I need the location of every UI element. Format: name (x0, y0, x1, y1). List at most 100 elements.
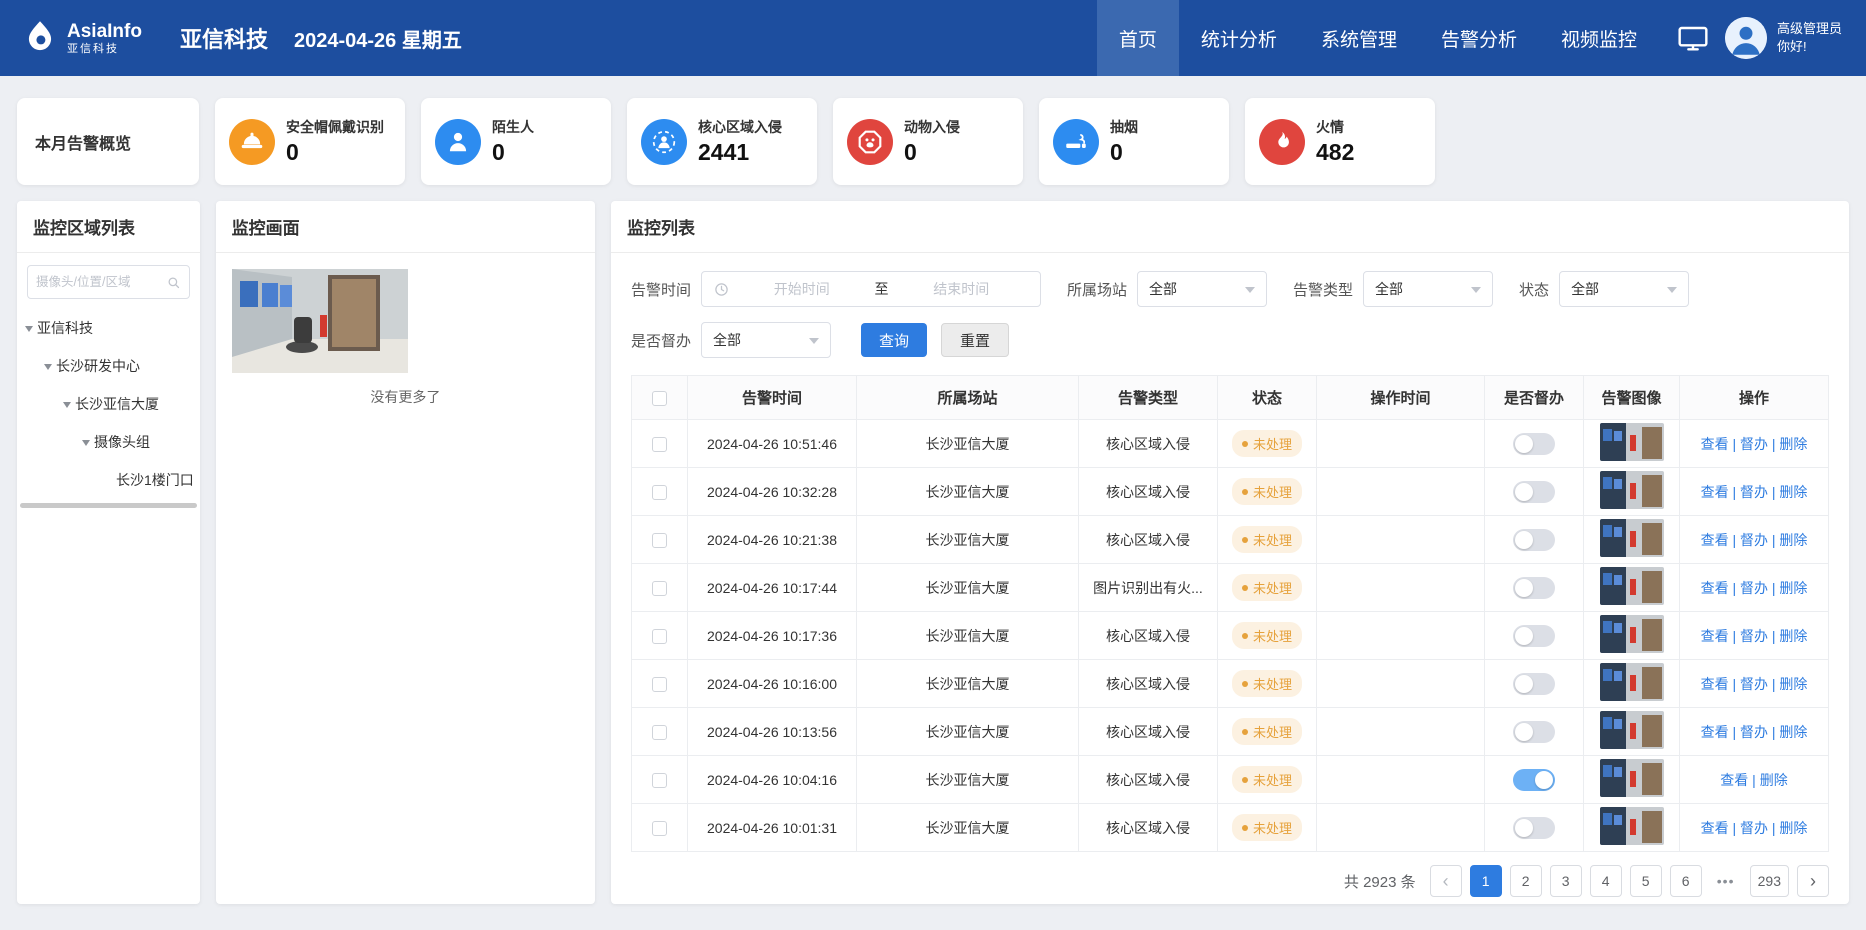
supervise-toggle[interactable] (1513, 529, 1555, 551)
row-checkbox[interactable] (652, 773, 667, 788)
tree-horizontal-scrollbar[interactable] (20, 503, 197, 508)
column-header: 所属场站 (857, 376, 1079, 420)
view-link[interactable]: 查看 (1701, 724, 1729, 740)
alarm-image-thumbnail[interactable] (1600, 423, 1664, 461)
tree-node[interactable]: 亚信科技 (17, 309, 200, 347)
page-button-6[interactable]: 6 (1670, 865, 1702, 897)
nav-item-home[interactable]: 首页 (1097, 0, 1179, 76)
status-badge: 未处理 (1232, 478, 1302, 505)
nav-item-statistics-analysis[interactable]: 统计分析 (1179, 0, 1299, 76)
page-button-3[interactable]: 3 (1550, 865, 1582, 897)
delete-link[interactable]: 删除 (1779, 436, 1807, 452)
next-page-button[interactable]: › (1797, 865, 1829, 897)
supervise-toggle[interactable] (1513, 817, 1555, 839)
supervise-toggle[interactable] (1513, 433, 1555, 455)
view-link[interactable]: 查看 (1701, 532, 1729, 548)
tree-node[interactable]: 长沙1楼门口 (17, 461, 200, 499)
delete-link[interactable]: 删除 (1779, 484, 1807, 500)
delete-link[interactable]: 删除 (1779, 724, 1807, 740)
row-checkbox[interactable] (652, 533, 667, 548)
alarm-image-thumbnail[interactable] (1600, 711, 1664, 749)
page-button-2[interactable]: 2 (1510, 865, 1542, 897)
status-select[interactable]: 全部 (1559, 271, 1689, 307)
alarm-image-thumbnail[interactable] (1600, 567, 1664, 605)
delete-link[interactable]: 删除 (1779, 676, 1807, 692)
supervise-toggle[interactable] (1513, 625, 1555, 647)
station-select[interactable]: 全部 (1137, 271, 1267, 307)
view-link[interactable]: 查看 (1701, 676, 1729, 692)
tree-node[interactable]: 摄像头组 (17, 423, 200, 461)
nav-item-video-monitor[interactable]: 视频监控 (1539, 0, 1659, 76)
tree-node[interactable]: 长沙亚信大厦 (17, 385, 200, 423)
row-checkbox[interactable] (652, 821, 667, 836)
supervise-link[interactable]: 督办 (1740, 628, 1768, 644)
alarm-image-thumbnail[interactable] (1600, 759, 1664, 797)
row-checkbox[interactable] (652, 437, 667, 452)
supervise-link[interactable]: 督办 (1740, 580, 1768, 596)
supervise-toggle[interactable] (1513, 769, 1555, 791)
alarm-image-thumbnail[interactable] (1600, 519, 1664, 557)
tree-node[interactable]: 长沙研发中心 (17, 347, 200, 385)
delete-link[interactable]: 删除 (1779, 628, 1807, 644)
page-button-1[interactable]: 1 (1470, 865, 1502, 897)
page-button-293[interactable]: 293 (1750, 865, 1789, 897)
stat-label: 陌生人 (492, 117, 534, 137)
chevron-down-icon[interactable] (44, 364, 52, 374)
supervise-select[interactable]: 全部 (701, 322, 831, 358)
nav-item-system-management[interactable]: 系统管理 (1299, 0, 1419, 76)
supervise-toggle[interactable] (1513, 721, 1555, 743)
range-separator: 至 (875, 279, 889, 299)
row-checkbox[interactable] (652, 725, 667, 740)
select-all-checkbox[interactable] (652, 391, 667, 406)
screen-monitor-icon[interactable] (1677, 22, 1709, 54)
row-checkbox[interactable] (652, 629, 667, 644)
alarm-image-thumbnail[interactable] (1600, 807, 1664, 845)
delete-link[interactable]: 删除 (1779, 532, 1807, 548)
supervise-link[interactable]: 督办 (1740, 676, 1768, 692)
prev-page-button[interactable]: ‹ (1430, 865, 1462, 897)
pagination-ellipsis[interactable]: ••• (1710, 865, 1742, 897)
supervise-link[interactable]: 督办 (1740, 484, 1768, 500)
status-cell: 未处理 (1218, 756, 1317, 804)
image-cell (1584, 756, 1680, 804)
page-button-5[interactable]: 5 (1630, 865, 1662, 897)
supervise-toggle[interactable] (1513, 481, 1555, 503)
supervise-link[interactable]: 督办 (1740, 820, 1768, 836)
chevron-down-icon[interactable] (63, 402, 71, 412)
row-checkbox[interactable] (652, 581, 667, 596)
row-checkbox[interactable] (652, 677, 667, 692)
reset-button[interactable]: 重置 (941, 323, 1009, 357)
supervise-link[interactable]: 督办 (1740, 532, 1768, 548)
supervise-toggle[interactable] (1513, 673, 1555, 695)
view-link[interactable]: 查看 (1701, 484, 1729, 500)
alarm-image-thumbnail[interactable] (1600, 615, 1664, 653)
user-avatar[interactable] (1725, 17, 1767, 59)
chevron-down-icon[interactable] (25, 326, 33, 336)
region-panel-title: 监控区域列表 (17, 201, 200, 253)
alarm-image-thumbnail[interactable] (1600, 663, 1664, 701)
actions-cell: 查看 | 督办 | 删除 (1680, 660, 1829, 708)
chevron-down-icon[interactable] (82, 440, 90, 450)
view-link[interactable]: 查看 (1701, 820, 1729, 836)
search-icon[interactable] (166, 275, 181, 290)
camera-search-input[interactable] (36, 275, 166, 289)
camera-preview-thumbnail[interactable] (232, 269, 408, 373)
alarm-type-select[interactable]: 全部 (1363, 271, 1493, 307)
page-button-4[interactable]: 4 (1590, 865, 1622, 897)
delete-link[interactable]: 删除 (1779, 820, 1807, 836)
nav-item-alarm-analysis[interactable]: 告警分析 (1419, 0, 1539, 76)
view-link[interactable]: 查看 (1701, 580, 1729, 596)
view-link[interactable]: 查看 (1720, 772, 1748, 788)
alarm-image-thumbnail[interactable] (1600, 471, 1664, 509)
delete-link[interactable]: 删除 (1779, 580, 1807, 596)
delete-link[interactable]: 删除 (1760, 772, 1788, 788)
row-checkbox[interactable] (652, 485, 667, 500)
view-link[interactable]: 查看 (1701, 436, 1729, 452)
alarm-time-range-picker[interactable]: 开始时间 至 结束时间 (701, 271, 1041, 307)
supervise-toggle[interactable] (1513, 577, 1555, 599)
table-row: 2024-04-26 10:32:28长沙亚信大厦核心区域入侵未处理查看 | 督… (632, 468, 1829, 516)
supervise-link[interactable]: 督办 (1740, 436, 1768, 452)
supervise-link[interactable]: 督办 (1740, 724, 1768, 740)
query-button[interactable]: 查询 (861, 323, 927, 357)
view-link[interactable]: 查看 (1701, 628, 1729, 644)
